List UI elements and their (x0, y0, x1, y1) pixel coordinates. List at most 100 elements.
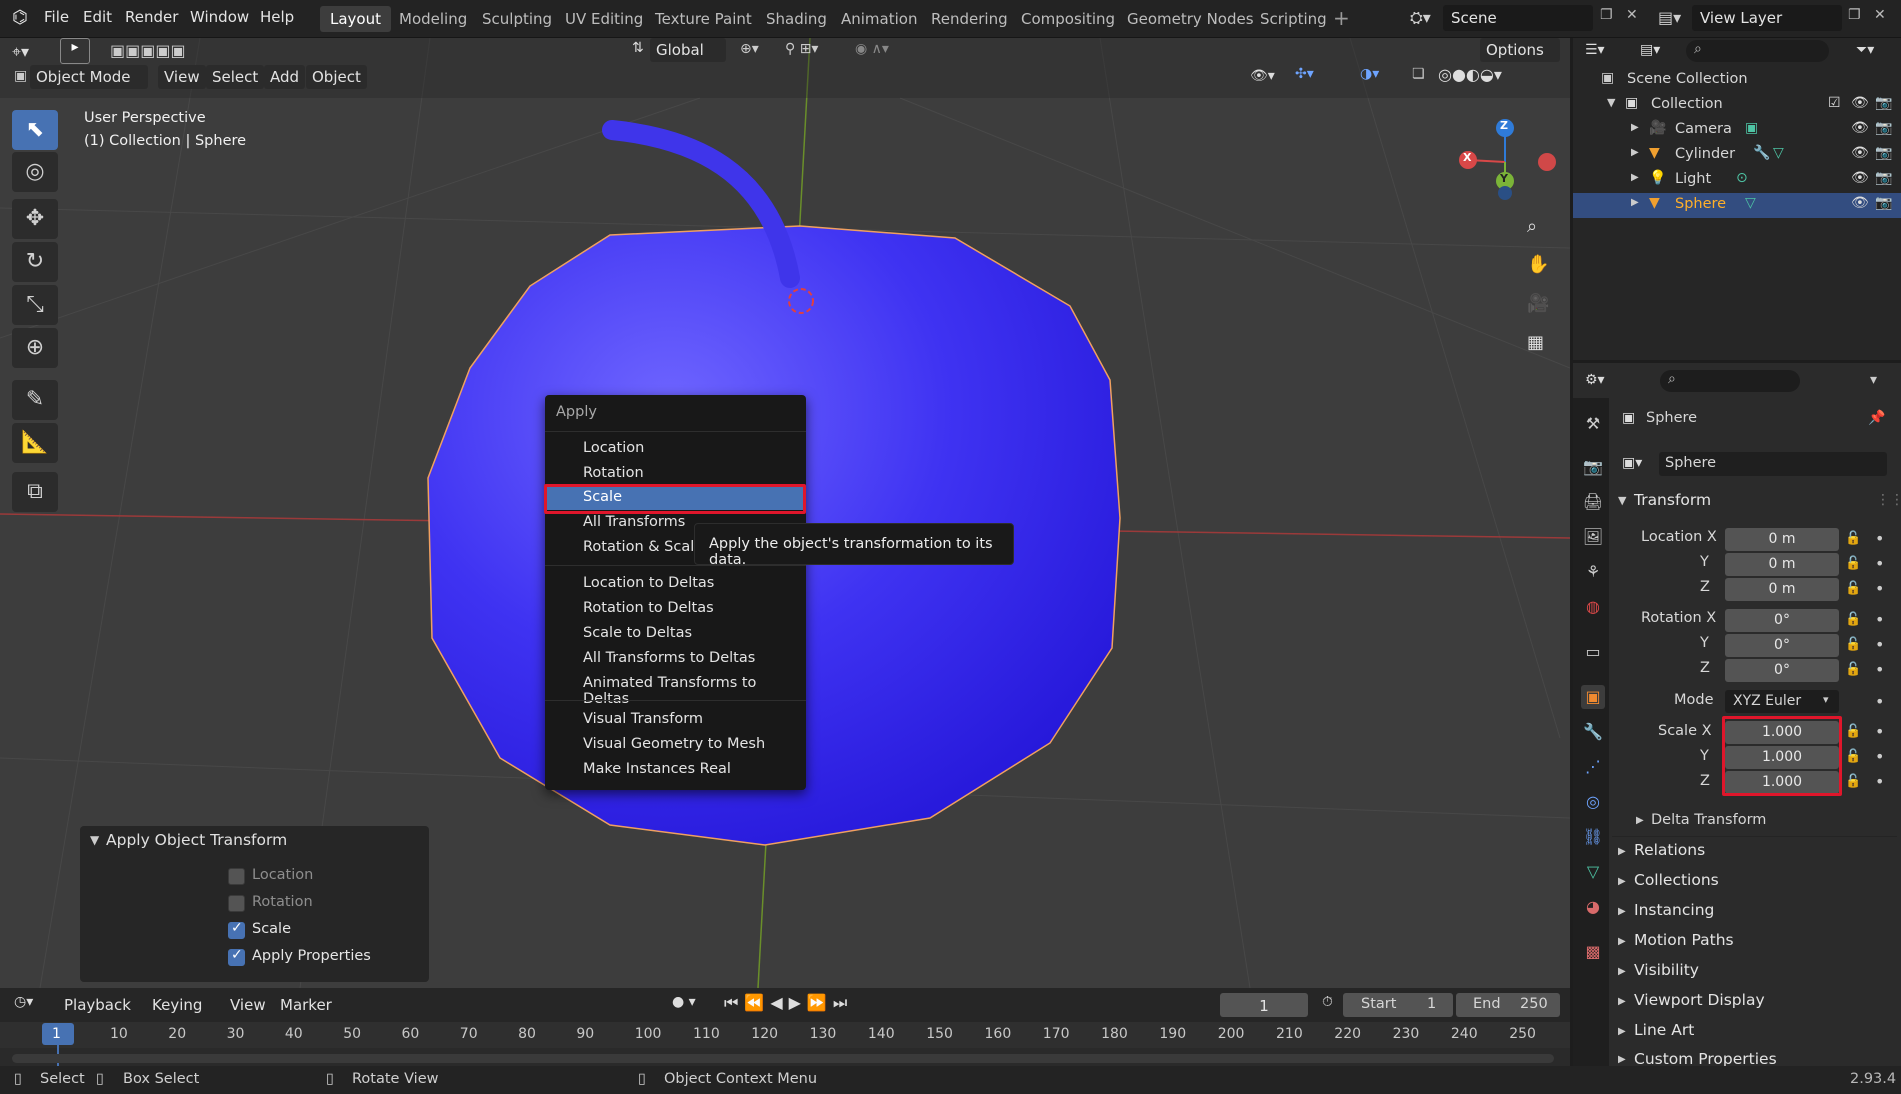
view-layer-field[interactable]: View Layer (1692, 5, 1842, 31)
tab-compositing[interactable]: Compositing (1011, 6, 1125, 32)
gizmo-z-label[interactable]: Z (1500, 119, 1508, 132)
keyframe-dot-icon[interactable]: • (1875, 660, 1884, 679)
tab-animation[interactable]: Animation (831, 6, 927, 32)
modifier-tab-icon[interactable]: 🔧 (1581, 720, 1605, 744)
scale-checkbox[interactable] (228, 920, 245, 939)
outliner-row-collection[interactable]: ▼ ▣ Collection ☑ 👁 📷 (1573, 93, 1901, 118)
tool-select-mode-icon[interactable]: ▸ (60, 38, 90, 64)
outliner-editor-icon[interactable]: ☰▾ (1585, 42, 1605, 58)
timeline-editor-icon[interactable]: ◷▾ (14, 994, 33, 1010)
filter-icon[interactable]: ⏷▾ (1856, 42, 1874, 58)
menu-marker[interactable]: Marker (274, 993, 338, 1017)
outliner-row-light[interactable]: ▶ 💡 Light ⊙ 👁 📷 (1573, 168, 1901, 193)
keyframe-dot-icon[interactable]: • (1875, 529, 1884, 548)
menu-make-instances-real[interactable]: Make Instances Real (583, 761, 731, 777)
tab-sculpting[interactable]: Sculpting (472, 6, 562, 32)
eye-icon[interactable]: 👁 (1851, 95, 1869, 111)
lock-icon[interactable]: 🔓 (1845, 774, 1861, 789)
menu-apply-rotation-scale[interactable]: Rotation & Scale (583, 539, 703, 555)
location-checkbox[interactable] (228, 868, 245, 885)
menu-select[interactable]: Select (206, 65, 265, 89)
keyframe-dot-icon[interactable]: • (1875, 722, 1884, 741)
menu-all-transforms-to-deltas[interactable]: All Transforms to Deltas (583, 650, 755, 666)
start-frame-field[interactable]: Start 1 (1343, 993, 1453, 1017)
lock-icon[interactable]: 🔓 (1845, 749, 1861, 764)
xray-icon[interactable]: ❏ (1412, 66, 1425, 82)
tab-modeling[interactable]: Modeling (389, 6, 477, 32)
collapse-arrow-icon[interactable]: ▼ (1618, 494, 1626, 507)
expand-arrow-icon[interactable]: ▶ (1618, 846, 1626, 857)
section-relations[interactable]: Relations (1634, 841, 1705, 859)
eye-icon[interactable]: 👁 (1851, 145, 1869, 161)
menu-scale-to-deltas[interactable]: Scale to Deltas (583, 625, 692, 641)
new-view-layer-icon[interactable]: ❐ (1848, 7, 1861, 23)
keyframe-dot-icon[interactable]: • (1875, 610, 1884, 629)
close-scene-icon[interactable]: ✕ (1626, 7, 1638, 23)
properties-options-icon[interactable]: ▾ (1870, 372, 1877, 388)
timeline-scrollbar[interactable] (12, 1054, 1554, 1063)
properties-search-input[interactable]: ⌕ (1660, 370, 1800, 392)
keyframe-dot-icon[interactable]: • (1875, 692, 1884, 711)
collection-tab-icon[interactable]: ▭ (1581, 640, 1605, 664)
location-y-field[interactable]: 0 m (1725, 553, 1839, 576)
expand-arrow-icon[interactable]: ▶ (1631, 197, 1639, 208)
perspective-grid-icon[interactable]: ▦ (1527, 332, 1544, 353)
menu-rotation-to-deltas[interactable]: Rotation to Deltas (583, 600, 714, 616)
expand-arrow-icon[interactable]: ▼ (1607, 96, 1615, 109)
gizmo-x-label[interactable]: X (1463, 151, 1471, 164)
menu-animated-transforms-to-deltas[interactable]: Animated Transforms to Deltas (583, 675, 806, 707)
outliner-search-input[interactable]: ⌕ (1686, 40, 1829, 62)
apply-properties-checkbox-label[interactable]: Apply Properties (252, 948, 371, 964)
add-workspace-icon[interactable]: + (1333, 6, 1350, 30)
eye-icon[interactable]: 👁 (1851, 195, 1869, 211)
menu-help[interactable]: Help (260, 8, 294, 26)
drag-handle-icon[interactable]: ⋮⋮ (1876, 492, 1901, 508)
expand-arrow-icon[interactable]: ▶ (1618, 966, 1626, 977)
render-camera-icon[interactable]: 📷 (1875, 170, 1892, 186)
transform-section-title[interactable]: Transform (1634, 491, 1711, 509)
lock-icon[interactable]: 🔓 (1845, 662, 1861, 677)
mesh-data-icon[interactable]: ▽ (1773, 145, 1784, 161)
menu-window[interactable]: Window (190, 8, 249, 26)
tab-scripting[interactable]: Scripting (1250, 6, 1337, 32)
editor-type-icon[interactable]: ⌖▾ (12, 42, 29, 62)
render-camera-icon[interactable]: 📷 (1875, 145, 1892, 161)
rotation-checkbox[interactable] (228, 895, 245, 912)
snap-icon[interactable]: ⚲ ⊞▾ (785, 41, 818, 57)
mode-dropdown[interactable]: Object Mode (30, 65, 148, 89)
camera-data-icon[interactable]: ▣ (1745, 120, 1758, 136)
blender-logo-icon[interactable]: ⌬ (12, 7, 28, 28)
menu-visual-transform[interactable]: Visual Transform (583, 711, 703, 727)
gizmo-toggle-icon[interactable]: ✣▾ (1295, 66, 1314, 82)
location-checkbox-label[interactable]: Location (252, 867, 313, 883)
tab-shading[interactable]: Shading (756, 6, 837, 32)
view-layer-tab-icon[interactable]: 🖼 (1581, 525, 1605, 549)
material-tab-icon[interactable]: ◕ (1581, 895, 1605, 919)
eye-icon[interactable]: 👁 (1851, 120, 1869, 136)
object-type-icon[interactable]: ▣▾ (1622, 455, 1642, 471)
gizmo-y-label[interactable]: Y (1500, 172, 1508, 185)
shading-modes-icon[interactable]: ◎●◐◒▾ (1438, 65, 1502, 84)
rotate-tool-icon[interactable]: ↻ (12, 242, 58, 282)
outliner-row-camera[interactable]: ▶ 🎥 Camera ▣ 👁 📷 (1573, 118, 1901, 143)
expand-arrow-icon[interactable]: ▶ (1631, 147, 1639, 158)
tab-geometry-nodes[interactable]: Geometry Nodes (1117, 6, 1264, 32)
new-scene-icon[interactable]: ❐ (1600, 7, 1613, 23)
outliner-row-scene-collection[interactable]: ▣ Scene Collection (1573, 68, 1901, 93)
rotation-y-field[interactable]: 0° (1725, 634, 1839, 657)
render-camera-icon[interactable]: 📷 (1875, 120, 1892, 136)
lock-icon[interactable]: 🔓 (1845, 581, 1861, 596)
world-tab-icon[interactable]: ◍ (1581, 595, 1605, 619)
menu-visual-geometry-to-mesh[interactable]: Visual Geometry to Mesh (583, 736, 765, 752)
cursor-tool-icon[interactable]: ◎ (12, 152, 58, 192)
menu-location-to-deltas[interactable]: Location to Deltas (583, 575, 714, 591)
proportional-edit-icon[interactable]: ◉ ∧▾ (855, 41, 889, 57)
keyframe-dot-icon[interactable]: • (1875, 747, 1884, 766)
visibility-icon[interactable]: 👁▾ (1250, 68, 1275, 84)
rotation-z-field[interactable]: 0° (1725, 659, 1839, 682)
rotation-x-field[interactable]: 0° (1725, 609, 1839, 632)
rotation-mode-dropdown[interactable]: XYZ Euler ▾ (1725, 690, 1839, 713)
zoom-icon[interactable]: ⌕ (1527, 216, 1537, 237)
properties-editor-icon[interactable]: ⚙▾ (1585, 372, 1605, 388)
render-tab-icon[interactable]: 📷 (1581, 455, 1605, 479)
